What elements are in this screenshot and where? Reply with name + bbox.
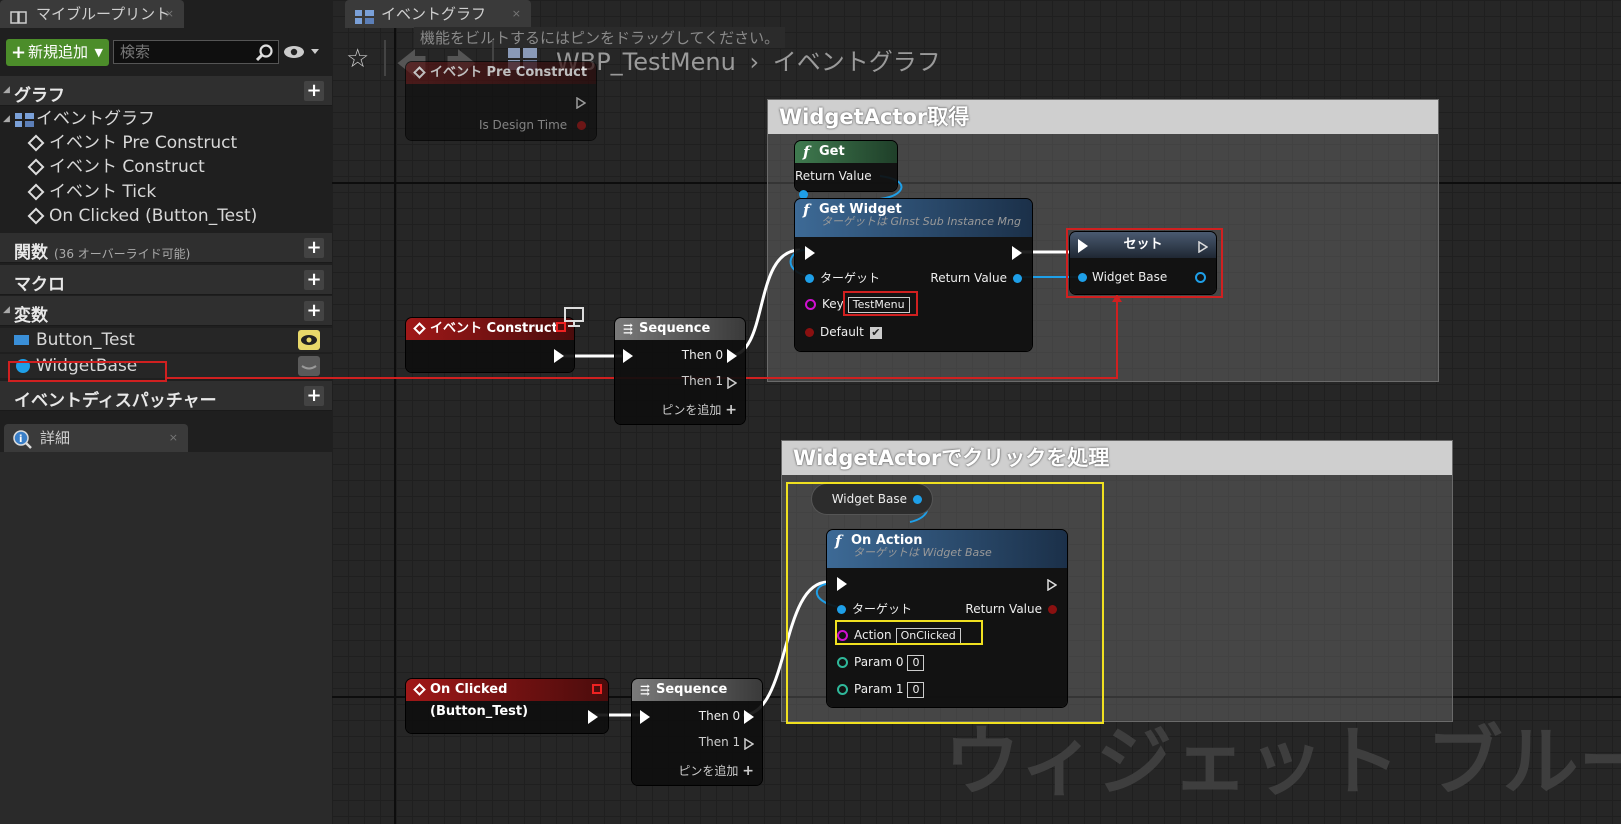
add-pin-button[interactable]: ピンを追加 + [661,401,737,419]
event-diamond-icon [413,683,426,696]
exec-out-pin[interactable] [588,707,598,725]
red-highlight-key [843,291,918,316]
node-title: Sequence [656,682,728,697]
pin-label: Default [820,325,864,339]
pin-label: Then 0 [681,348,724,362]
node-sequence-1[interactable]: ⇶ Sequence Then 0 Then 1 ピンを追加 + [615,318,745,424]
node-get-widget[interactable]: f Get Widget ターゲットは GInst Sub Instance M… [795,199,1032,351]
sequence-icon: ⇶ [623,322,634,336]
pin-label: Return Value [930,271,1007,285]
exec-out-pin[interactable] [576,92,587,110]
pin-is-design-time[interactable]: Is Design Time [479,116,586,134]
pin-label: ターゲット [820,271,881,285]
exec-out-pin[interactable] [1012,243,1022,261]
pin-target[interactable]: ターゲット [805,269,880,287]
node-pre-construct[interactable]: イベント Pre Construct Is Design Time [406,62,596,140]
node-title: On Clicked (Button_Test) [430,682,529,719]
add-pin-button[interactable]: ピンを追加 + [678,762,754,780]
pin-label: Then 0 [698,709,741,723]
node-header: f Get Widget ターゲットは GInst Sub Instance M… [795,199,1032,237]
event-diamond-icon [413,322,426,335]
node-header: f Get [795,141,897,163]
pin-label: Then 1 [698,735,741,749]
yellow-highlight-on-action [786,482,1104,724]
object-pin-icon[interactable] [805,274,814,283]
node-sequence-2[interactable]: ⇶ Sequence Then 0 Then 1 ピンを追加 + [632,679,762,785]
monitor-icon [562,306,586,332]
exec-in-pin[interactable] [623,346,633,364]
function-icon: f [803,143,810,161]
pin-label: Then 1 [681,374,724,388]
bool-pin-icon[interactable] [805,328,814,337]
node-on-clicked[interactable]: On Clicked (Button_Test) [406,679,608,733]
pin-return-value[interactable]: Return Value [930,269,1022,287]
sequence-icon: ⇶ [640,683,651,697]
name-pin-icon[interactable] [805,299,816,310]
node-header: イベント Pre Construct [406,62,596,84]
delegate-pin-icon[interactable] [592,684,602,694]
pin-then-1[interactable]: Then 1 [698,733,755,751]
node-event-construct[interactable]: イベント Construct [406,318,574,372]
exec-out-pin[interactable] [554,346,564,364]
node-subtitle: ターゲットは GInst Sub Instance Mng [821,215,1021,228]
pin-label: Return Value [795,169,872,183]
node-get[interactable]: f Get Return Value [795,141,897,199]
node-title: Sequence [639,321,711,336]
default-checkbox[interactable]: ✔ [869,326,882,339]
event-diamond-icon [413,66,426,79]
node-title: Get [819,144,845,159]
pin-then-0[interactable]: Then 0 [699,707,754,725]
red-highlight-set-node [1066,228,1223,298]
pin-label: ピンを追加 [661,403,722,417]
node-title: イベント Pre Construct [430,65,588,80]
object-pin-icon[interactable] [1013,274,1022,283]
node-header: イベント Construct [406,318,574,340]
exec-in-pin[interactable] [640,707,650,725]
pin-label: ピンを追加 [678,764,739,778]
node-header: ⇶ Sequence [632,679,762,701]
pin-default[interactable]: Default ✔ [805,323,882,341]
pin-label: Key [822,297,844,311]
node-header: On Clicked (Button_Test) [406,679,608,719]
node-header: ⇶ Sequence [615,318,745,340]
exec-in-pin[interactable] [805,243,815,261]
pin-then-0[interactable]: Then 0 [682,346,737,364]
pin-then-1[interactable]: Then 1 [681,372,738,390]
pin-return-value[interactable]: Return Value [795,167,887,199]
object-pin-icon[interactable] [799,190,808,199]
node-title: イベント Construct [430,321,558,336]
red-highlight-widgetbase-var [8,361,167,382]
yellow-highlight-action-pin [835,620,983,645]
pin-label: Is Design Time [478,118,568,132]
bool-pin-icon[interactable] [577,121,586,130]
